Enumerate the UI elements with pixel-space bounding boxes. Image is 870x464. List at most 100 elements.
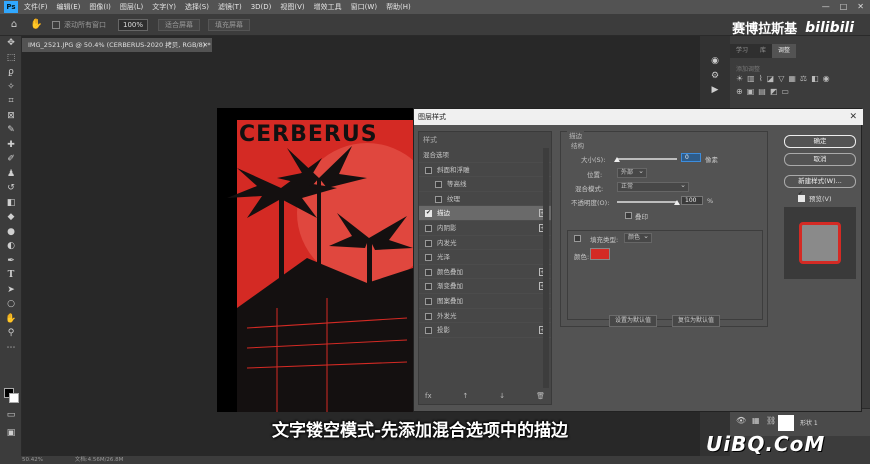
properties-panel-icon[interactable]: ⚙	[700, 69, 730, 84]
fill-type-dropdown[interactable]: 颜色	[624, 232, 652, 243]
styles-scrollbar[interactable]	[543, 148, 549, 388]
style-item-checkbox[interactable]	[425, 283, 432, 291]
menu-edit[interactable]: 编辑(E)	[57, 2, 81, 12]
style-item-checkbox[interactable]	[425, 166, 432, 174]
menu-view[interactable]: 视图(V)	[280, 2, 304, 12]
fx-icon[interactable]: fx	[425, 392, 432, 400]
marquee-tool-icon[interactable]: ⬚	[0, 51, 22, 66]
curves-icon[interactable]: ⌇	[759, 74, 763, 83]
minimize-button[interactable]: —	[822, 2, 830, 11]
fill-type-checkbox[interactable]	[574, 235, 581, 242]
gradient-map-icon[interactable]: ▭	[781, 87, 789, 96]
style-item-checkbox[interactable]	[425, 312, 432, 320]
size-input[interactable]: 0	[681, 153, 701, 162]
color-panel-icon[interactable]: ◉	[700, 54, 730, 69]
home-icon[interactable]: ⌂	[8, 19, 20, 31]
size-slider-track[interactable]	[617, 158, 677, 160]
lasso-tool-icon[interactable]: ϼ	[0, 65, 22, 80]
hue-icon[interactable]: ▦	[788, 74, 796, 83]
shape-tool-icon[interactable]: ○	[0, 297, 22, 312]
tab-libraries[interactable]: 库	[754, 44, 773, 58]
document-canvas[interactable]: CERBERUS	[217, 108, 413, 412]
actions-panel-icon[interactable]: ▶	[700, 83, 730, 98]
style-item[interactable]: 投影+	[419, 323, 551, 338]
style-item[interactable]: 内阴影+	[419, 221, 551, 236]
fill-screen-button[interactable]: 填充屏幕	[208, 18, 251, 31]
background-color-swatch[interactable]	[9, 393, 19, 403]
brightness-icon[interactable]: ☀	[736, 74, 743, 83]
menu-help[interactable]: 帮助(H)	[386, 2, 411, 12]
zoom-status[interactable]: 50.42%	[22, 457, 43, 463]
crop-tool-icon[interactable]: ⌗	[0, 94, 22, 109]
style-item[interactable]: 等高线	[419, 177, 551, 192]
ok-button[interactable]: 确定	[784, 135, 856, 148]
stroke-color-well[interactable]	[590, 248, 610, 260]
style-item[interactable]: 纹理	[419, 192, 551, 207]
tab-adjustments[interactable]: 调整	[772, 44, 797, 58]
move-down-icon[interactable]: ↓	[499, 392, 505, 400]
invert-icon[interactable]: ▣	[747, 87, 755, 96]
style-item-checkbox[interactable]	[425, 268, 432, 276]
style-item-checkbox[interactable]	[425, 297, 432, 305]
close-window-button[interactable]: ✕	[857, 2, 864, 11]
style-item[interactable]: 混合选项	[419, 148, 551, 163]
menu-window[interactable]: 窗口(W)	[351, 2, 377, 12]
posterize-icon[interactable]: ▤	[758, 87, 766, 96]
style-item-checkbox[interactable]	[425, 206, 432, 221]
reset-default-button[interactable]: 复位为默认值	[672, 315, 721, 327]
screen-mode-icon[interactable]: ▣	[0, 426, 22, 441]
move-up-icon[interactable]: ↑	[463, 392, 469, 400]
style-item[interactable]: 颜色叠加+	[419, 265, 551, 280]
size-slider-thumb[interactable]	[614, 157, 620, 162]
menu-image[interactable]: 图像(I)	[89, 2, 111, 12]
style-item[interactable]: 内发光	[419, 236, 551, 251]
style-item-checkbox[interactable]	[435, 181, 442, 189]
style-item[interactable]: 光泽	[419, 250, 551, 265]
delete-style-icon[interactable]: 🗑	[536, 392, 545, 400]
menu-layer[interactable]: 图层(L)	[120, 2, 143, 12]
pen-tool-icon[interactable]: ✒	[0, 254, 22, 269]
scroll-all-checkbox[interactable]	[52, 20, 60, 29]
menu-filter[interactable]: 滤镜(T)	[218, 2, 242, 12]
levels-icon[interactable]: ▥	[747, 74, 755, 83]
menu-file[interactable]: 文件(F)	[24, 2, 48, 12]
color-balance-icon[interactable]: ⚖	[800, 74, 807, 83]
channel-mixer-icon[interactable]: ⊕	[736, 87, 743, 96]
style-item[interactable]: 外发光	[419, 309, 551, 324]
new-style-button[interactable]: 新建样式(W)...	[784, 175, 856, 188]
maximize-button[interactable]: □	[840, 2, 848, 11]
dodge-tool-icon[interactable]: ◐	[0, 239, 22, 254]
history-brush-tool-icon[interactable]: ↺	[0, 181, 22, 196]
style-item-checkbox[interactable]	[435, 195, 442, 203]
type-tool-icon[interactable]: T	[0, 268, 22, 283]
blur-tool-icon[interactable]: ●	[0, 225, 22, 240]
layer-visibility-eye-icon[interactable]: 👁	[736, 416, 746, 425]
preview-checkbox[interactable]	[798, 190, 805, 202]
zoom-field[interactable]: 100%	[118, 18, 149, 31]
healing-brush-tool-icon[interactable]: ✚	[0, 138, 22, 153]
make-default-button[interactable]: 设置为默认值	[609, 315, 658, 327]
vibrance-icon[interactable]: ▽	[778, 74, 784, 83]
more-tools-icon[interactable]: ⋯	[0, 341, 22, 356]
hand-tool-icon[interactable]: ✋	[0, 312, 22, 327]
zoom-tool-icon[interactable]: ⚲	[0, 326, 22, 341]
style-item-checkbox[interactable]	[425, 224, 432, 232]
blend-mode-dropdown[interactable]: 正常	[617, 181, 689, 192]
style-item[interactable]: 图案叠加	[419, 294, 551, 309]
opacity-input[interactable]: 100	[681, 196, 703, 205]
cancel-button[interactable]: 取消	[784, 153, 856, 166]
paint-bucket-tool-icon[interactable]: ◆	[0, 210, 22, 225]
path-selection-tool-icon[interactable]: ➤	[0, 283, 22, 298]
style-item-checkbox[interactable]	[425, 254, 432, 262]
eraser-tool-icon[interactable]: ◧	[0, 196, 22, 211]
hand-icon[interactable]: ✋	[30, 19, 42, 31]
style-item-checkbox[interactable]	[425, 239, 432, 247]
opacity-slider-track[interactable]	[617, 201, 677, 203]
brush-tool-icon[interactable]: ✐	[0, 152, 22, 167]
close-document-icon[interactable]: ✕	[203, 38, 208, 52]
photo-filter-icon[interactable]: ◉	[823, 74, 830, 83]
eyedropper-tool-icon[interactable]: ✎	[0, 123, 22, 138]
style-item-checkbox[interactable]	[425, 327, 432, 335]
dialog-close-icon[interactable]: ✕	[849, 109, 857, 125]
clone-stamp-tool-icon[interactable]: ♟	[0, 167, 22, 182]
